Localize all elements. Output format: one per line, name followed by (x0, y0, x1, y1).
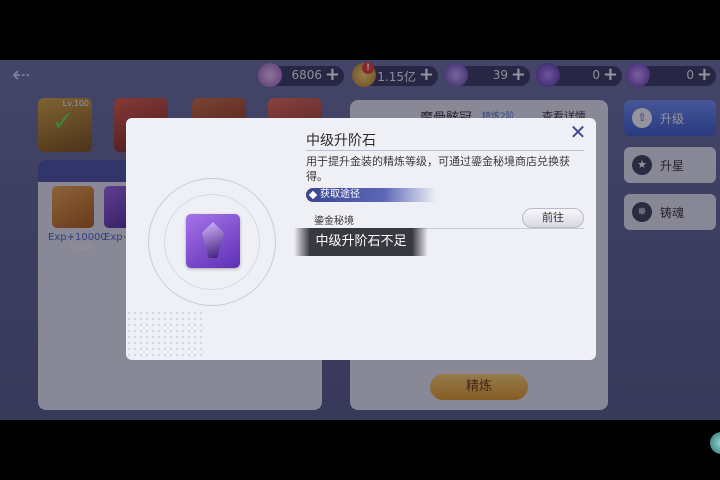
toast-message: 中级升阶石不足 (294, 228, 428, 256)
goto-button[interactable]: 前往 (522, 208, 584, 228)
item-title: 中级升阶石 (306, 133, 376, 149)
title-divider (306, 150, 584, 151)
source-name: 鎏金秘境 (314, 216, 354, 227)
floating-orb-icon[interactable] (710, 432, 720, 454)
item-icon (186, 214, 240, 268)
acquire-label: 获取途径 (320, 189, 360, 200)
dot-pattern-decoration (126, 310, 206, 360)
close-icon[interactable]: ✕ (568, 122, 588, 142)
gem-icon (202, 222, 224, 258)
diamond-bullet-icon (308, 190, 318, 200)
game-screen: ⇠ 6806 + 1.15亿 + ! 39 + 0 + 0 + Lv.100 ✓… (0, 60, 720, 420)
item-description: 用于提升金装的精炼等级，可通过鎏金秘境商店兑换获得。 (306, 155, 570, 183)
acquire-section-tag: 获取途径 (306, 188, 436, 202)
toast-text: 中级升阶石不足 (315, 234, 407, 249)
